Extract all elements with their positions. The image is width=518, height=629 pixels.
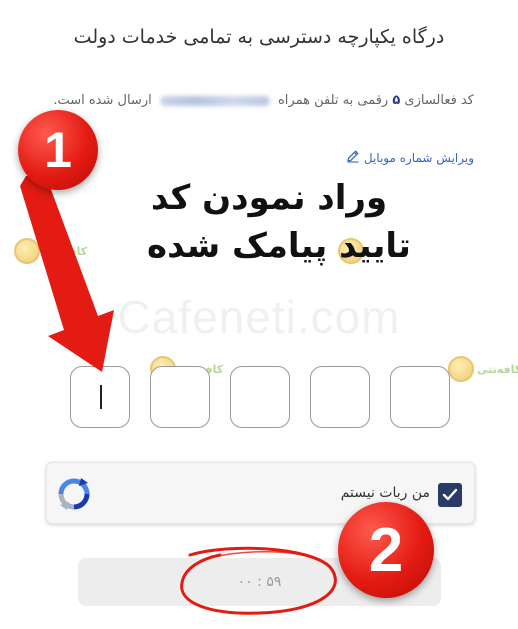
pencil-icon	[346, 149, 360, 166]
page-title: درگاه یکپارچه دسترسی به تمامی خدمات دولت	[73, 26, 445, 48]
red-arrow-annotation	[20, 176, 114, 372]
otp-input-4[interactable]	[310, 366, 370, 428]
otp-input-5[interactable]	[390, 366, 450, 428]
otp-input-3[interactable]	[230, 366, 290, 428]
edit-phone-label: ویرایش شماره موبایل	[363, 150, 474, 165]
otp-input-2[interactable]	[150, 366, 210, 428]
instruction-text-middle: رقمی به تلفن همراه	[278, 93, 389, 108]
recaptcha-checkbox[interactable]	[438, 483, 462, 507]
verification-instruction: کد فعالسازی ۵ رقمی به تلفن همراه ارسال ش…	[40, 86, 474, 115]
checkmark-icon	[442, 488, 458, 501]
red-ellipse-annotation	[180, 546, 337, 615]
text-cursor	[100, 385, 102, 409]
step-marker-1: 1	[18, 110, 98, 190]
recaptcha-icon	[57, 477, 91, 515]
step-marker-2: 2	[338, 502, 434, 598]
watermark-logo-right: کافه‌نتی	[448, 356, 518, 382]
code-digit-count: ۵	[392, 93, 401, 108]
instruction-text-end: ارسال شده است.	[53, 93, 152, 108]
blurred-phone-number	[159, 95, 270, 106]
recaptcha-label: من ربات نیستم	[340, 485, 430, 501]
edit-phone-link[interactable]: ویرایش شماره موبایل	[346, 149, 474, 166]
instruction-text-start: کد فعالسازی	[404, 93, 474, 108]
coffee-logo-icon	[448, 356, 474, 382]
